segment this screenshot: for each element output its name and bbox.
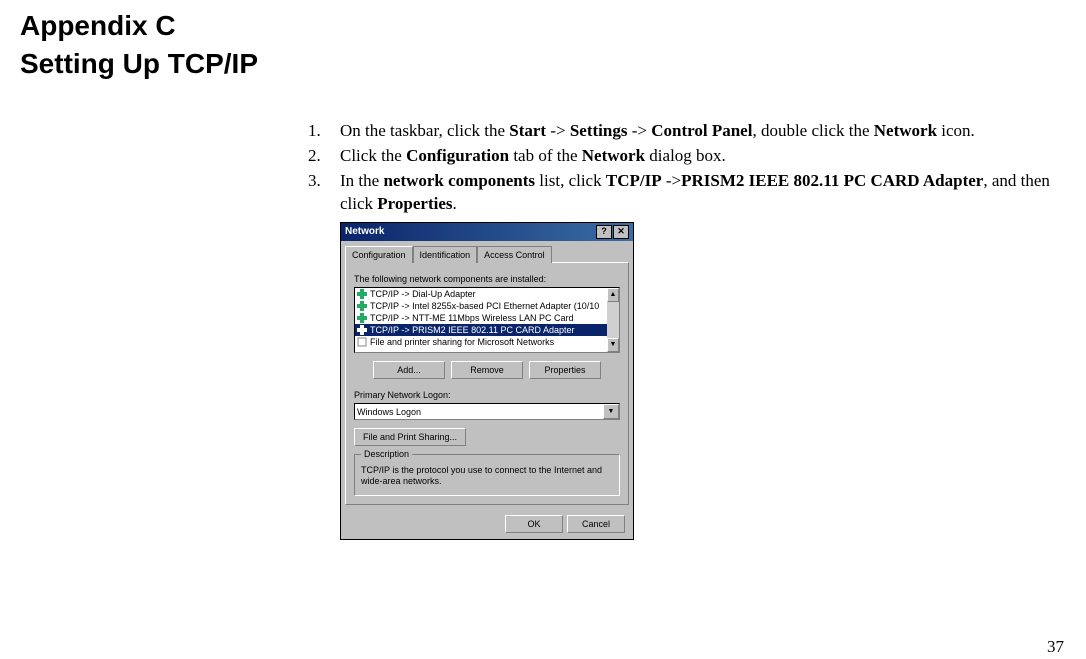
- close-button[interactable]: ✕: [613, 225, 629, 239]
- heading-title: Setting Up TCP/IP: [20, 48, 1066, 80]
- scroll-down-icon[interactable]: ▼: [607, 338, 619, 352]
- text: dialog box.: [645, 146, 726, 165]
- step-3: In the network components list, click TC…: [325, 170, 1066, 540]
- description-text: TCP/IP is the protocol you use to connec…: [361, 465, 613, 487]
- step-1: On the taskbar, click the Start -> Setti…: [325, 120, 1066, 143]
- text: , double click the: [752, 121, 873, 140]
- list-item-label: TCP/IP -> PRISM2 IEEE 802.11 PC CARD Ada…: [370, 324, 575, 336]
- text: On the taskbar, click the: [340, 121, 509, 140]
- components-list[interactable]: TCP/IP -> Dial-Up Adapter TCP/IP -> Inte…: [354, 287, 620, 353]
- scroll-up-icon[interactable]: ▲: [607, 288, 619, 302]
- components-label: The following network components are ins…: [354, 273, 620, 285]
- network-dialog: Network ? ✕ Configuration Identification…: [340, 222, 634, 540]
- text: .: [453, 194, 457, 213]
- list-item[interactable]: TCP/IP -> NTT-ME 11Mbps Wireless LAN PC …: [355, 312, 619, 324]
- bold-properties: Properties: [377, 194, 452, 213]
- scroll-track[interactable]: [607, 302, 619, 338]
- tab-access-control[interactable]: Access Control: [477, 246, 552, 263]
- dialog-bottom-row: OK Cancel: [341, 509, 633, 539]
- dialog-title: Network: [345, 225, 384, 239]
- text: Click the: [340, 146, 406, 165]
- protocol-icon: [357, 289, 367, 299]
- text: ->: [546, 121, 570, 140]
- bold-networkcomponents: network components: [383, 171, 535, 190]
- service-icon: [357, 337, 367, 347]
- bold-configuration: Configuration: [406, 146, 509, 165]
- panel: The following network components are ins…: [345, 262, 629, 505]
- list-item[interactable]: File and printer sharing for Microsoft N…: [355, 336, 619, 348]
- list-item-label: TCP/IP -> NTT-ME 11Mbps Wireless LAN PC …: [370, 312, 573, 324]
- list-item-selected[interactable]: TCP/IP -> PRISM2 IEEE 802.11 PC CARD Ada…: [355, 324, 619, 336]
- chevron-down-icon[interactable]: ▼: [603, 404, 619, 419]
- text: In the: [340, 171, 383, 190]
- cancel-button[interactable]: Cancel: [567, 515, 625, 533]
- list-item-label: File and printer sharing for Microsoft N…: [370, 336, 554, 348]
- bold-prism2: PRISM2 IEEE 802.11 PC CARD Adapter: [681, 171, 983, 190]
- bold-tcpip: TCP/IP: [606, 171, 662, 190]
- help-button[interactable]: ?: [596, 225, 612, 239]
- description-group: Description TCP/IP is the protocol you u…: [354, 454, 620, 496]
- tabs: Configuration Identification Access Cont…: [341, 241, 633, 262]
- text: tab of the: [509, 146, 582, 165]
- logon-combo[interactable]: Windows Logon ▼: [354, 403, 620, 420]
- heading-appendix: Appendix C: [20, 10, 1066, 42]
- logon-label: Primary Network Logon:: [354, 389, 620, 401]
- text: ->: [627, 121, 651, 140]
- bold-network: Network: [582, 146, 645, 165]
- protocol-icon: [357, 301, 367, 311]
- scrollbar[interactable]: ▲ ▼: [607, 288, 619, 352]
- text: list, click: [535, 171, 606, 190]
- list-item-label: TCP/IP -> Dial-Up Adapter: [370, 288, 476, 300]
- file-print-sharing-button[interactable]: File and Print Sharing...: [354, 428, 466, 446]
- tab-identification[interactable]: Identification: [413, 246, 478, 263]
- remove-button[interactable]: Remove: [451, 361, 523, 379]
- description-legend: Description: [361, 448, 412, 460]
- add-button[interactable]: Add...: [373, 361, 445, 379]
- page-number: 37: [1047, 637, 1064, 657]
- protocol-icon: [357, 313, 367, 323]
- ok-button[interactable]: OK: [505, 515, 563, 533]
- titlebar[interactable]: Network ? ✕: [341, 223, 633, 241]
- list-item[interactable]: TCP/IP -> Intel 8255x-based PCI Ethernet…: [355, 300, 619, 312]
- text: icon.: [937, 121, 975, 140]
- text: ->: [662, 171, 682, 190]
- logon-value: Windows Logon: [357, 406, 421, 418]
- bold-controlpanel: Control Panel: [651, 121, 752, 140]
- bold-start: Start: [509, 121, 546, 140]
- step-2: Click the Configuration tab of the Netwo…: [325, 145, 1066, 168]
- button-row: Add... Remove Properties: [354, 361, 620, 379]
- tab-configuration[interactable]: Configuration: [345, 246, 413, 263]
- properties-button[interactable]: Properties: [529, 361, 601, 379]
- protocol-icon: [357, 325, 367, 335]
- content-area: On the taskbar, click the Start -> Setti…: [300, 120, 1066, 540]
- list-item[interactable]: TCP/IP -> Dial-Up Adapter: [355, 288, 619, 300]
- bold-settings: Settings: [570, 121, 628, 140]
- bold-network: Network: [874, 121, 937, 140]
- list-item-label: TCP/IP -> Intel 8255x-based PCI Ethernet…: [370, 300, 599, 312]
